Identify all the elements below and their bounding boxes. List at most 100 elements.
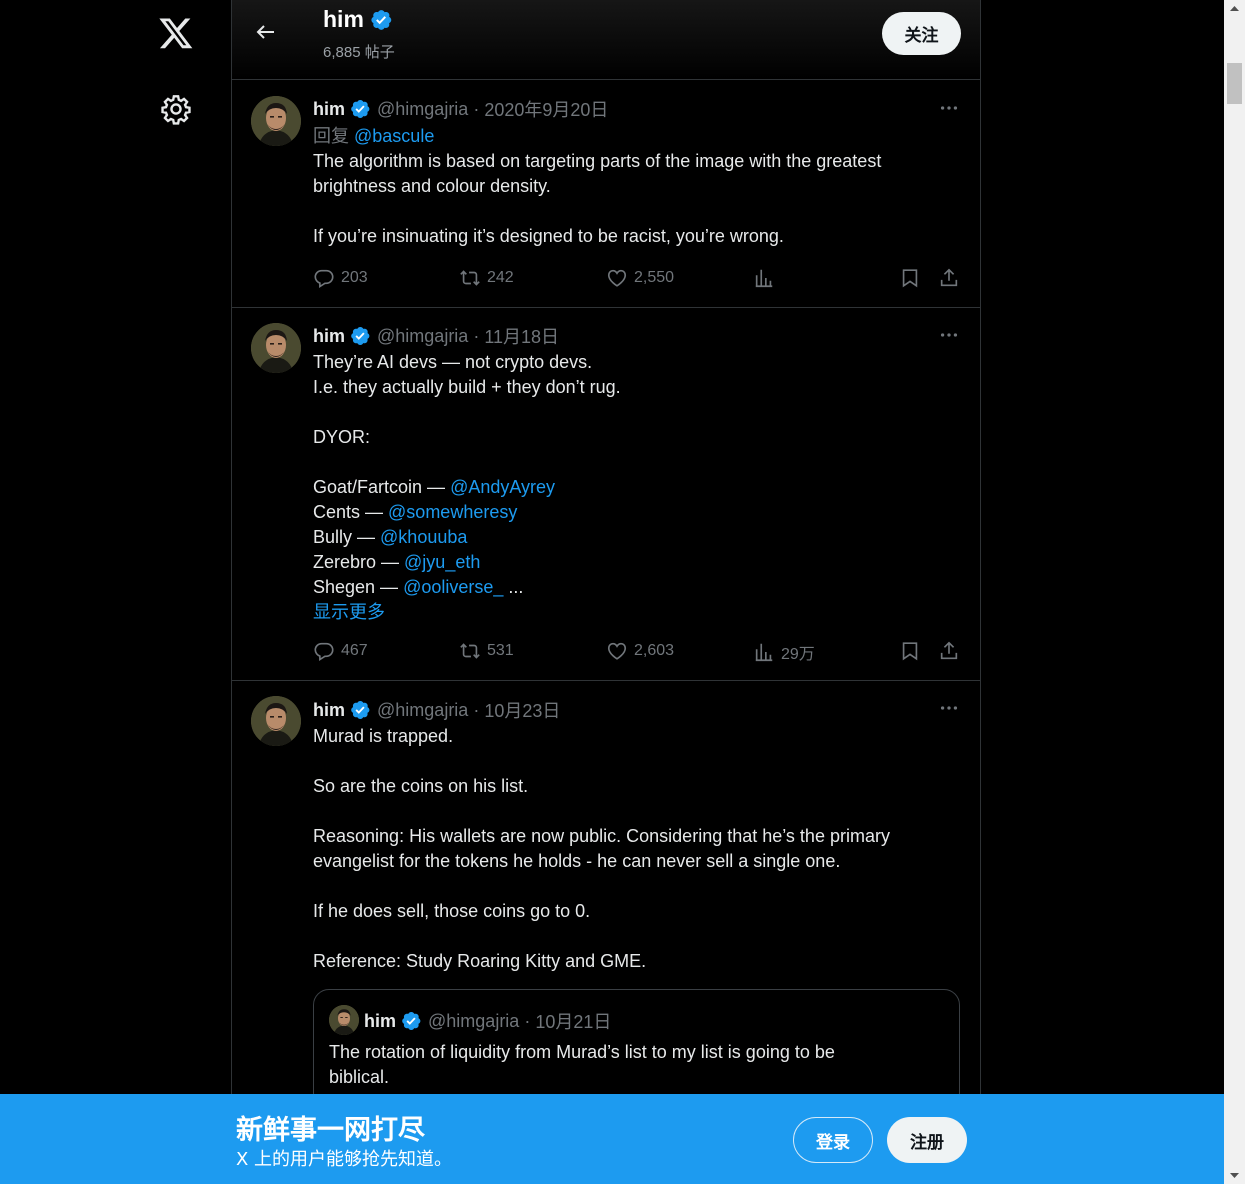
author-name[interactable]: him: [313, 326, 345, 347]
back-arrow-icon[interactable]: [254, 20, 278, 44]
timeline-column: him 6,885 帖子 关注 him @himgajria · 2020年9月…: [231, 0, 981, 1184]
author-name[interactable]: him: [313, 99, 345, 120]
share-button[interactable]: [938, 267, 960, 289]
author-handle[interactable]: @himgajria: [377, 326, 468, 347]
tweet[interactable]: him @himgajria · 2020年9月20日 回复 @bascule …: [232, 80, 980, 308]
author-handle[interactable]: @himgajria: [377, 99, 468, 120]
bookmark-icon: [899, 640, 921, 662]
verified-badge-icon: [349, 699, 371, 721]
like-count: 2,603: [634, 642, 675, 659]
more-options-icon[interactable]: [938, 97, 960, 119]
reply-context: 回复 @bascule: [313, 124, 953, 149]
text-line: [313, 749, 973, 774]
banner-title: 新鲜事一网打尽: [236, 1115, 425, 1146]
text-line: [313, 400, 953, 425]
retweet-button[interactable]: 531: [459, 640, 514, 662]
login-button[interactable]: 登录: [793, 1117, 873, 1163]
quoted-tweet-text: The rotation of liquidity from Murad’s l…: [329, 1040, 929, 1090]
scrollbar[interactable]: [1224, 0, 1245, 1184]
project-line: Shegen — @ooliverse_ ...: [313, 575, 953, 600]
reply-prefix: 回复: [313, 126, 349, 146]
bookmark-button[interactable]: [899, 267, 921, 289]
mention-link[interactable]: @bascule: [354, 126, 434, 146]
bookmark-button[interactable]: [899, 640, 921, 662]
mention-link[interactable]: @ooliverse_: [403, 577, 503, 597]
separator-dot: ·: [473, 699, 480, 720]
text-line: [313, 874, 973, 899]
share-button[interactable]: [938, 640, 960, 662]
tweet-date[interactable]: 11月18日: [484, 323, 559, 349]
views-button[interactable]: 29万: [753, 640, 815, 664]
text-line: So are the coins on his list.: [313, 776, 529, 796]
text-line: DYOR:: [313, 427, 371, 447]
heart-icon: [606, 267, 628, 289]
tweet-text: Murad is trapped. So are the coins on hi…: [313, 724, 973, 974]
project-label: Goat/Fartcoin —: [313, 477, 451, 497]
follow-button[interactable]: 关注: [882, 12, 961, 55]
mention-link[interactable]: @AndyAyrey: [450, 477, 555, 497]
x-logo-icon[interactable]: [158, 15, 194, 51]
profile-name-text: him: [323, 6, 364, 32]
gear-icon[interactable]: [160, 93, 192, 125]
text-line: brightness and colour density.: [313, 176, 551, 196]
project-label: Cents —: [313, 502, 389, 522]
like-count: 2,550: [634, 269, 675, 286]
mention-link[interactable]: @somewheresy: [388, 502, 517, 522]
signup-button[interactable]: 注册: [887, 1117, 967, 1163]
avatar: [329, 1005, 359, 1035]
text-line: The algorithm is based on targeting part…: [313, 151, 882, 171]
tweet-header: him @himgajria · 2020年9月20日: [313, 96, 608, 122]
mention-link[interactable]: @khouuba: [380, 527, 467, 547]
profile-name: him: [323, 6, 393, 33]
views-icon: [753, 641, 775, 663]
post-count: 6,885 帖子: [323, 44, 395, 61]
more-options-icon[interactable]: [938, 697, 960, 719]
mention-link[interactable]: @jyu_eth: [404, 552, 480, 572]
tweet-text: They’re AI devs — not crypto devs. I.e. …: [313, 350, 953, 625]
author-name[interactable]: him: [313, 700, 345, 721]
text-line: I.e. they actually build + they don’t ru…: [313, 377, 621, 397]
scroll-up-arrow-icon[interactable]: [1224, 0, 1245, 18]
retweet-icon: [459, 640, 481, 662]
show-more-link[interactable]: 显示更多: [313, 600, 953, 625]
like-button[interactable]: 2,550: [606, 267, 674, 289]
author-handle[interactable]: @himgajria: [377, 700, 468, 721]
text-line: They’re AI devs — not crypto devs.: [313, 352, 593, 372]
avatar[interactable]: [251, 96, 301, 146]
retweet-button[interactable]: 242: [459, 267, 514, 289]
scrollbar-thumb[interactable]: [1227, 63, 1242, 104]
project-label: Zerebro —: [313, 552, 405, 572]
avatar[interactable]: [251, 323, 301, 373]
verified-badge-icon: [349, 98, 371, 120]
reply-count: 203: [341, 269, 368, 286]
retweet-count: 242: [487, 269, 514, 286]
quoted-tweet[interactable]: him @himgajria · 10月21日 The rotation of …: [313, 989, 960, 1109]
more-options-icon[interactable]: [938, 324, 960, 346]
text-line: [313, 450, 953, 475]
text-line: [313, 799, 973, 824]
tweet-date[interactable]: 2020年9月20日: [484, 96, 608, 122]
bookmark-icon: [899, 267, 921, 289]
verified-badge-icon: [400, 1010, 422, 1032]
text-line: [313, 924, 973, 949]
author-name: him: [364, 1010, 397, 1031]
tweet-date[interactable]: 10月23日: [484, 697, 560, 723]
text-line: biblical.: [329, 1067, 390, 1087]
banner-subtitle: X 上的用户能够抢先知道。: [236, 1149, 453, 1170]
retweet-icon: [459, 267, 481, 289]
views-button[interactable]: [753, 267, 781, 289]
separator-dot: ·: [524, 1010, 531, 1031]
reply-icon: [313, 640, 335, 662]
text-line: If you’re insinuating it’s designed to b…: [313, 226, 784, 246]
text-line: [313, 199, 953, 224]
ellipsis: ...: [503, 577, 524, 597]
like-button[interactable]: 2,603: [606, 640, 674, 662]
reply-button[interactable]: 467: [313, 640, 368, 662]
avatar[interactable]: [251, 696, 301, 746]
tweet-date: 10月21日: [535, 1012, 612, 1032]
views-icon: [753, 267, 775, 289]
scroll-down-arrow-icon[interactable]: [1224, 1166, 1245, 1184]
reply-button[interactable]: 203: [313, 267, 368, 289]
tweet[interactable]: him @himgajria · 11月18日 They’re AI devs …: [232, 308, 980, 681]
share-icon: [938, 267, 960, 289]
